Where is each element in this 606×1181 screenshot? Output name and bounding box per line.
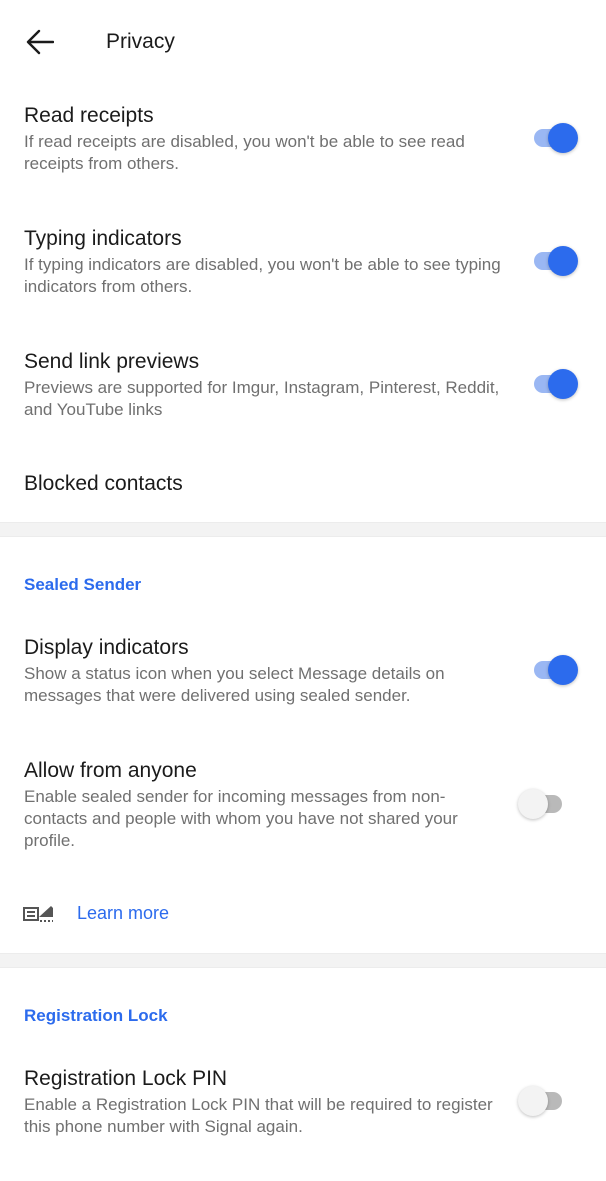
display-indicators-preference[interactable]: Display indicators Show a status icon wh… <box>0 630 606 726</box>
registration-lock-header: Registration Lock <box>24 1006 168 1025</box>
read-receipts-summary: If read receipts are disabled, you won't… <box>24 132 465 173</box>
typing-indicators-preference[interactable]: Typing indicators If typing indicators a… <box>0 221 606 317</box>
toggle-thumb <box>518 1086 548 1116</box>
registration-lock-pin-title: Registration Lock PIN <box>24 1067 228 1090</box>
typing-indicators-toggle[interactable] <box>528 243 580 279</box>
blocked-contacts-title: Blocked contacts <box>24 472 183 495</box>
toggle-thumb <box>548 655 578 685</box>
sealed-sender-header: Sealed Sender <box>24 575 142 594</box>
toggle-thumb <box>548 369 578 399</box>
app-bar: Privacy <box>0 0 606 84</box>
toggle-thumb <box>518 789 548 819</box>
read-receipts-preference[interactable]: Read receipts If read receipts are disab… <box>0 98 606 194</box>
link-previews-toggle[interactable] <box>528 366 580 402</box>
toggle-thumb <box>548 246 578 276</box>
blocked-contacts-item[interactable]: Blocked contacts <box>0 458 606 514</box>
arrow-left-icon <box>26 29 54 55</box>
learn-more-label: Learn more <box>77 903 170 923</box>
registration-lock-pin-summary: Enable a Registration Lock PIN that will… <box>24 1095 493 1136</box>
read-receipts-toggle[interactable] <box>528 120 580 156</box>
registration-lock-pin-toggle[interactable] <box>518 1083 570 1119</box>
allow-from-anyone-preference[interactable]: Allow from anyone Enable sealed sender f… <box>0 753 606 863</box>
display-indicators-toggle[interactable] <box>528 652 580 688</box>
link-previews-preference[interactable]: Send link previews Previews are supporte… <box>0 344 606 440</box>
page-title: Privacy <box>106 30 175 53</box>
allow-from-anyone-toggle[interactable] <box>518 786 570 822</box>
display-indicators-summary: Show a status icon when you select Messa… <box>24 664 445 705</box>
display-indicators-title: Display indicators <box>24 636 189 659</box>
sealed-sender-icon <box>23 906 53 922</box>
read-receipts-title: Read receipts <box>24 104 154 127</box>
back-button[interactable] <box>18 20 62 64</box>
allow-from-anyone-title: Allow from anyone <box>24 759 197 782</box>
typing-indicators-title: Typing indicators <box>24 227 182 250</box>
learn-more-link[interactable]: Learn more <box>0 890 606 940</box>
privacy-settings-screen: Privacy Read receipts If read receipts a… <box>0 0 606 1181</box>
link-previews-title: Send link previews <box>24 350 200 373</box>
typing-indicators-summary: If typing indicators are disabled, you w… <box>24 255 501 296</box>
allow-from-anyone-summary: Enable sealed sender for incoming messag… <box>24 787 458 850</box>
section-divider <box>0 953 606 968</box>
section-divider <box>0 522 606 537</box>
link-previews-summary: Previews are supported for Imgur, Instag… <box>24 378 500 419</box>
toggle-thumb <box>548 123 578 153</box>
registration-lock-pin-preference[interactable]: Registration Lock PIN Enable a Registrat… <box>0 1061 606 1157</box>
